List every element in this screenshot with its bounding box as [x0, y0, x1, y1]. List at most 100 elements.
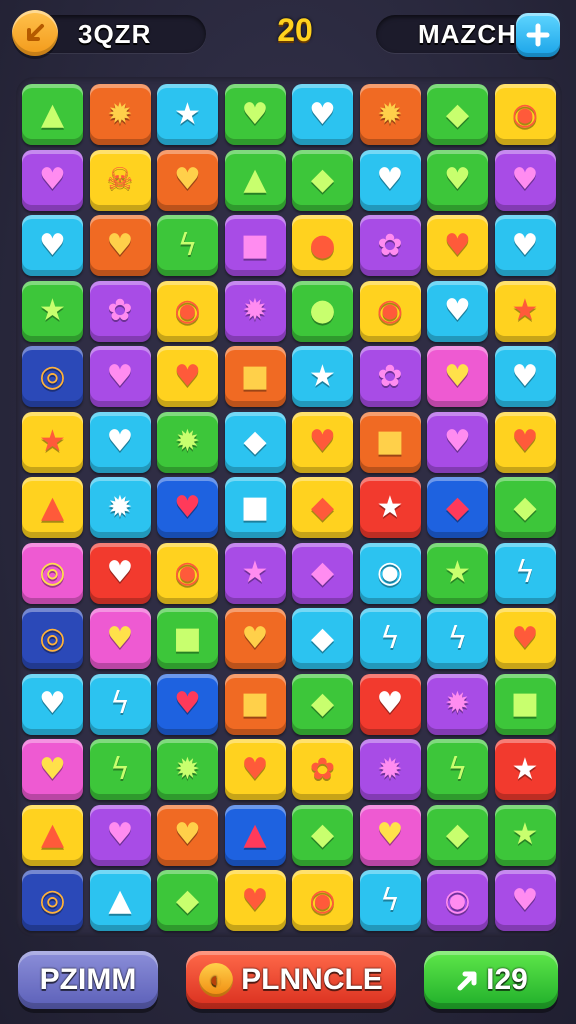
board-tile[interactable]: ♥	[494, 215, 556, 276]
board-tile[interactable]: ϟ	[427, 739, 488, 800]
board-tile[interactable]: ✿	[292, 739, 353, 800]
board-tile[interactable]: ✹	[359, 84, 421, 145]
board-tile[interactable]: ◆	[157, 870, 218, 931]
board-tile[interactable]: ♥	[157, 149, 218, 211]
board-tile[interactable]: ♥	[22, 149, 83, 211]
board-tile[interactable]: ♥	[494, 149, 556, 211]
board-tile[interactable]: ■	[224, 215, 286, 276]
board-tile[interactable]: ϟ	[89, 673, 151, 735]
board-tile[interactable]: ★	[292, 346, 353, 407]
board-tile[interactable]: ♥	[89, 411, 151, 473]
board-tile[interactable]: ◉	[359, 542, 421, 604]
board-tile[interactable]: ✹	[157, 411, 218, 473]
board-tile[interactable]: ★	[157, 84, 218, 145]
board-tile[interactable]: ϟ	[157, 215, 218, 276]
board-tile[interactable]: ★	[224, 542, 286, 604]
middle-action-button[interactable]: ◐ PLNNCLE	[186, 951, 396, 1009]
board-tile[interactable]: ▲	[22, 804, 83, 866]
board-tile[interactable]: ♥	[89, 542, 151, 604]
board-tile[interactable]: ◎	[22, 608, 83, 669]
board-tile[interactable]: ◆	[427, 477, 488, 538]
board-tile[interactable]: ♥	[494, 411, 556, 473]
board-tile[interactable]: ✹	[224, 280, 286, 342]
board-tile[interactable]: ♥	[427, 149, 488, 211]
board-tile[interactable]: ♥	[359, 673, 421, 735]
board-tile[interactable]: ♥	[157, 804, 218, 866]
board-tile[interactable]: ϟ	[89, 739, 151, 800]
board-tile[interactable]: ✿	[89, 280, 151, 342]
board-tile[interactable]: ♥	[224, 870, 286, 931]
board-tile[interactable]: ♥	[427, 280, 488, 342]
board-tile[interactable]: ϟ	[359, 608, 421, 669]
board-tile[interactable]: ♥	[427, 346, 488, 407]
board-tile[interactable]: ♥	[89, 215, 151, 276]
board-tile[interactable]: ✿	[359, 346, 421, 407]
board-tile[interactable]: ♥	[224, 84, 286, 145]
board-tile[interactable]: ♥	[22, 739, 83, 800]
board-tile[interactable]: ●	[292, 215, 353, 276]
board-tile[interactable]: ◆	[427, 84, 488, 145]
board-tile[interactable]: ♥	[494, 608, 556, 669]
board-tile[interactable]: ★	[22, 411, 83, 473]
board-tile[interactable]: ♥	[359, 149, 421, 211]
board-tile[interactable]: ★	[427, 542, 488, 604]
board-tile[interactable]: ■	[224, 673, 286, 735]
left-action-button[interactable]: PZIMM	[18, 951, 158, 1009]
board-tile[interactable]: ★	[494, 280, 556, 342]
board-tile[interactable]: ◆	[292, 608, 353, 669]
board-tile[interactable]: ♥	[224, 608, 286, 669]
board-tile[interactable]: ▲	[224, 149, 286, 211]
board-tile[interactable]: ♥	[494, 346, 556, 407]
board-tile[interactable]: ♥	[89, 804, 151, 866]
board-tile[interactable]: ◉	[157, 280, 218, 342]
board-tile[interactable]: ♥	[89, 346, 151, 407]
board-tile[interactable]: ♥	[89, 608, 151, 669]
board-tile[interactable]: ♥	[292, 411, 353, 473]
board-tile[interactable]: ★	[22, 280, 83, 342]
board-tile[interactable]: ◆	[292, 542, 353, 604]
board-tile[interactable]: ◆	[292, 804, 353, 866]
board-tile[interactable]: ▲	[224, 804, 286, 866]
board-tile[interactable]: ★	[494, 739, 556, 800]
board-tile[interactable]: ◎	[22, 346, 83, 407]
board-tile[interactable]: ✹	[359, 739, 421, 800]
board-tile[interactable]: ◆	[494, 477, 556, 538]
board-tile[interactable]: ■	[359, 411, 421, 473]
board-tile[interactable]: ■	[157, 608, 218, 669]
board-tile[interactable]: ♥	[427, 411, 488, 473]
board-tile[interactable]: ϟ	[427, 608, 488, 669]
board-tile[interactable]: ✹	[89, 477, 151, 538]
board-tile[interactable]: ▲	[22, 477, 83, 538]
board-tile[interactable]: ♥	[359, 804, 421, 866]
board-tile[interactable]: ✿	[359, 215, 421, 276]
board-tile[interactable]: ◎	[22, 542, 83, 604]
board-tile[interactable]: ♥	[22, 673, 83, 735]
board-tile[interactable]: ◆	[292, 477, 353, 538]
board-tile[interactable]: ●	[292, 280, 353, 342]
board-tile[interactable]: ♥	[157, 346, 218, 407]
board-tile[interactable]: ◉	[157, 542, 218, 604]
board-tile[interactable]: ♥	[224, 739, 286, 800]
board-tile[interactable]: ✹	[89, 84, 151, 145]
plus-button[interactable]	[516, 13, 560, 57]
board-tile[interactable]: ★	[359, 477, 421, 538]
board-tile[interactable]: ◉	[359, 280, 421, 342]
back-button[interactable]	[12, 10, 58, 56]
board-tile[interactable]: ◉	[427, 870, 488, 931]
board-tile[interactable]: ▲	[89, 870, 151, 931]
board-tile[interactable]: ◆	[224, 411, 286, 473]
board-tile[interactable]: ♥	[427, 215, 488, 276]
board-tile[interactable]: ◎	[22, 870, 83, 931]
board-tile[interactable]: ϟ	[359, 870, 421, 931]
board-tile[interactable]: ◉	[494, 84, 556, 145]
board-tile[interactable]: ◆	[427, 804, 488, 866]
board-tile[interactable]: ♥	[292, 84, 353, 145]
right-action-button[interactable]: I29	[424, 951, 558, 1009]
board-tile[interactable]: ■	[494, 673, 556, 735]
board-tile[interactable]: ✹	[157, 739, 218, 800]
board-tile[interactable]: ◉	[292, 870, 353, 931]
board-tile[interactable]: ■	[224, 477, 286, 538]
board-tile[interactable]: ◆	[292, 149, 353, 211]
board-tile[interactable]: ✹	[427, 673, 488, 735]
board-tile[interactable]: ♥	[494, 870, 556, 931]
